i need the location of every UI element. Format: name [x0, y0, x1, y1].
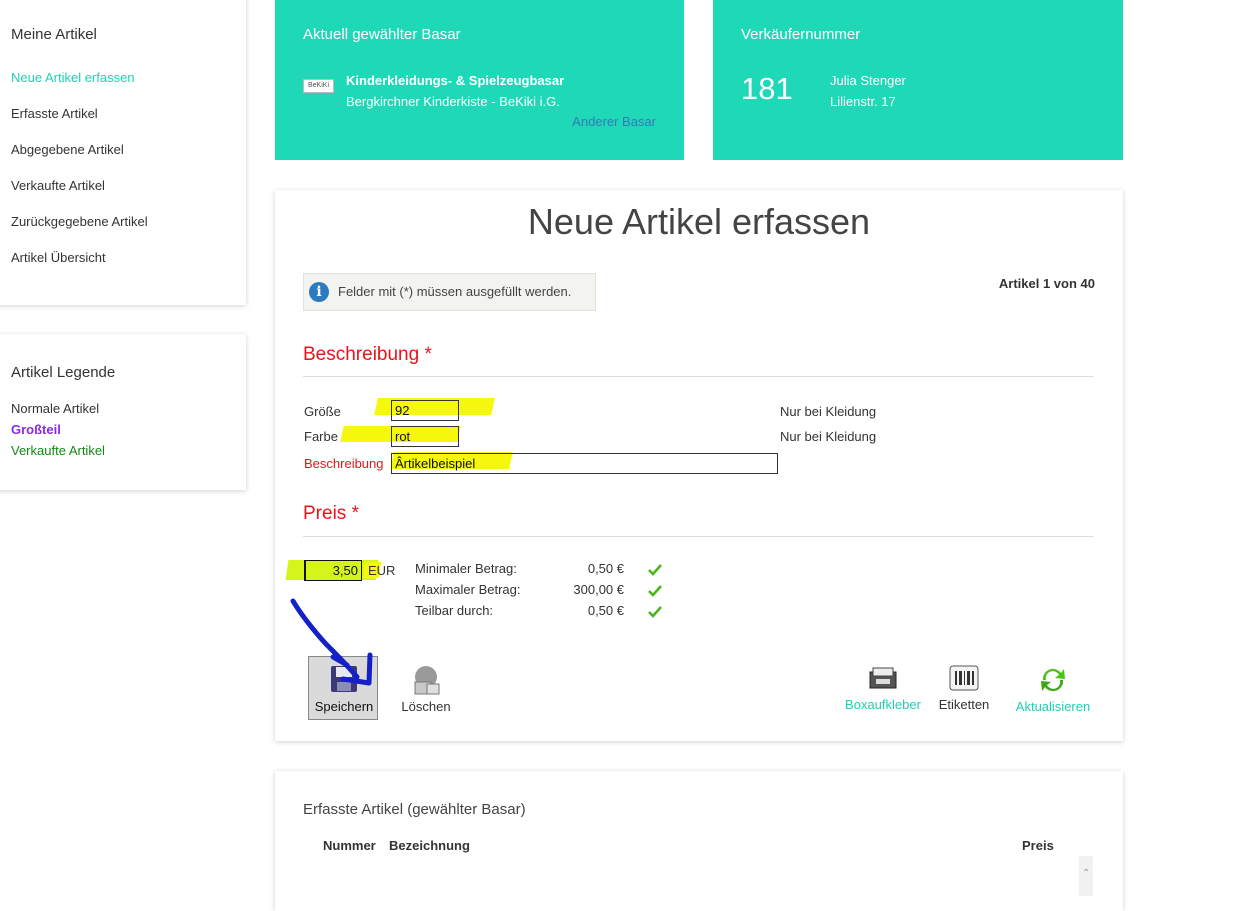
column-header-name[interactable]: Bezeichnung — [389, 838, 470, 853]
min-amount-value: 0,50 € — [587, 561, 624, 576]
seller-street: Lilienstr. 17 — [830, 94, 896, 109]
legend-item-sold: Verkaufte Artikel — [11, 443, 105, 458]
size-input[interactable] — [391, 400, 459, 421]
save-button[interactable]: Speichern — [308, 656, 378, 720]
save-label: Speichern — [314, 699, 374, 714]
change-bazaar-link[interactable]: Anderer Basar — [572, 114, 656, 129]
max-amount-label: Maximaler Betrag: — [415, 582, 521, 597]
color-hint: Nur bei Kleidung — [780, 429, 877, 444]
seller-name: Julia Stenger — [830, 73, 906, 88]
check-icon — [648, 585, 662, 597]
sidebar-item-returned[interactable]: Zurückgegebene Artikel — [11, 214, 148, 229]
min-amount-label: Minimaler Betrag: — [415, 561, 517, 576]
column-header-price[interactable]: Preis — [1022, 838, 1054, 853]
currency-label: EUR — [368, 563, 396, 578]
article-count: Artikel 1 von 40 — [998, 276, 1095, 291]
sidebar-item-overview[interactable]: Artikel Übersicht — [11, 250, 106, 265]
max-amount-value: 300,00 € — [573, 582, 624, 597]
chevron-up-icon[interactable]: ⌃ — [1082, 868, 1090, 879]
seller-number: 181 — [741, 71, 793, 106]
sidebar-item-recorded[interactable]: Erfasste Artikel — [11, 106, 98, 121]
sidebar-item-new[interactable]: Neue Artikel erfassen — [11, 70, 135, 85]
sidebar-item-sold[interactable]: Verkaufte Artikel — [11, 178, 105, 193]
page-title: Neue Artikel erfassen — [527, 201, 871, 242]
floppy-disk-icon — [331, 666, 357, 692]
labels-label: Etiketten — [938, 697, 990, 712]
size-label: Größe — [304, 404, 341, 419]
bazaar-organizer: Bergkirchner Kinderkiste - BeKiki i.G. — [346, 94, 560, 109]
delete-globe-icon — [414, 666, 440, 695]
box-label-label: Boxaufkleber — [845, 697, 921, 712]
refresh-icon — [1041, 668, 1065, 692]
seller-card: Verkäufernummer 181 Julia Stenger Lilien… — [713, 0, 1123, 160]
legend-item-large: Großteil — [11, 422, 61, 437]
sidebar-title: Meine Artikel — [11, 26, 97, 43]
size-hint: Nur bei Kleidung — [780, 404, 877, 419]
refresh-label: Aktualisieren — [1015, 699, 1091, 714]
info-icon: i — [309, 282, 329, 302]
legend-title: Artikel Legende — [11, 364, 116, 381]
labels-button[interactable]: Etiketten — [931, 664, 997, 712]
barcode-icon — [949, 665, 979, 691]
column-header-number[interactable]: Nummer — [323, 838, 376, 853]
info-box: i Felder mit (*) müssen ausgefüllt werde… — [303, 273, 596, 311]
legend-item-normal: Normale Artikel — [11, 401, 100, 416]
bazaar-logo: BeKiKi — [303, 79, 334, 93]
sidebar: Meine Artikel Neue Artikel erfassen Erfa… — [0, 0, 246, 305]
list-scrollbar[interactable]: ⌃ — [1079, 856, 1093, 896]
sidebar-item-submitted[interactable]: Abgegebene Artikel — [11, 142, 124, 157]
color-input[interactable] — [391, 426, 459, 447]
color-label: Farbe — [304, 429, 338, 444]
description-label: Beschreibung — [304, 456, 384, 471]
description-divider — [303, 376, 1094, 377]
delete-label: Löschen — [401, 699, 451, 714]
legend-panel: Artikel Legende Normale Artikel Großteil… — [0, 334, 246, 490]
bazaar-name: Kinderkleidungs- & Spielzeugbasar — [346, 73, 565, 88]
divisible-label: Teilbar durch: — [415, 603, 494, 618]
description-section-title: Beschreibung * — [303, 344, 432, 365]
check-icon — [648, 564, 662, 576]
bazaar-card: Aktuell gewählter Basar BeKiKi Kinderkle… — [275, 0, 684, 160]
box-label-button[interactable]: Boxaufkleber — [845, 664, 921, 712]
price-input[interactable] — [304, 560, 362, 581]
divisible-value: 0,50 € — [587, 603, 624, 618]
check-icon — [648, 606, 662, 618]
info-text: Felder mit (*) müssen ausgefüllt werden. — [338, 284, 572, 299]
recorded-articles-panel: Erfasste Artikel (gewählter Basar) Numme… — [275, 771, 1123, 911]
recorded-articles-title: Erfasste Artikel (gewählter Basar) — [303, 801, 526, 818]
price-divider — [303, 536, 1094, 537]
seller-header: Verkäufernummer — [741, 26, 861, 43]
new-article-form: Neue Artikel erfassen i Felder mit (*) m… — [275, 190, 1123, 741]
description-input[interactable] — [391, 453, 778, 474]
refresh-button[interactable]: Aktualisieren — [1008, 664, 1098, 714]
box-icon — [869, 667, 897, 689]
bazaar-header: Aktuell gewählter Basar — [303, 26, 461, 43]
delete-button[interactable]: Löschen — [397, 664, 455, 714]
price-section-title: Preis * — [303, 503, 359, 524]
